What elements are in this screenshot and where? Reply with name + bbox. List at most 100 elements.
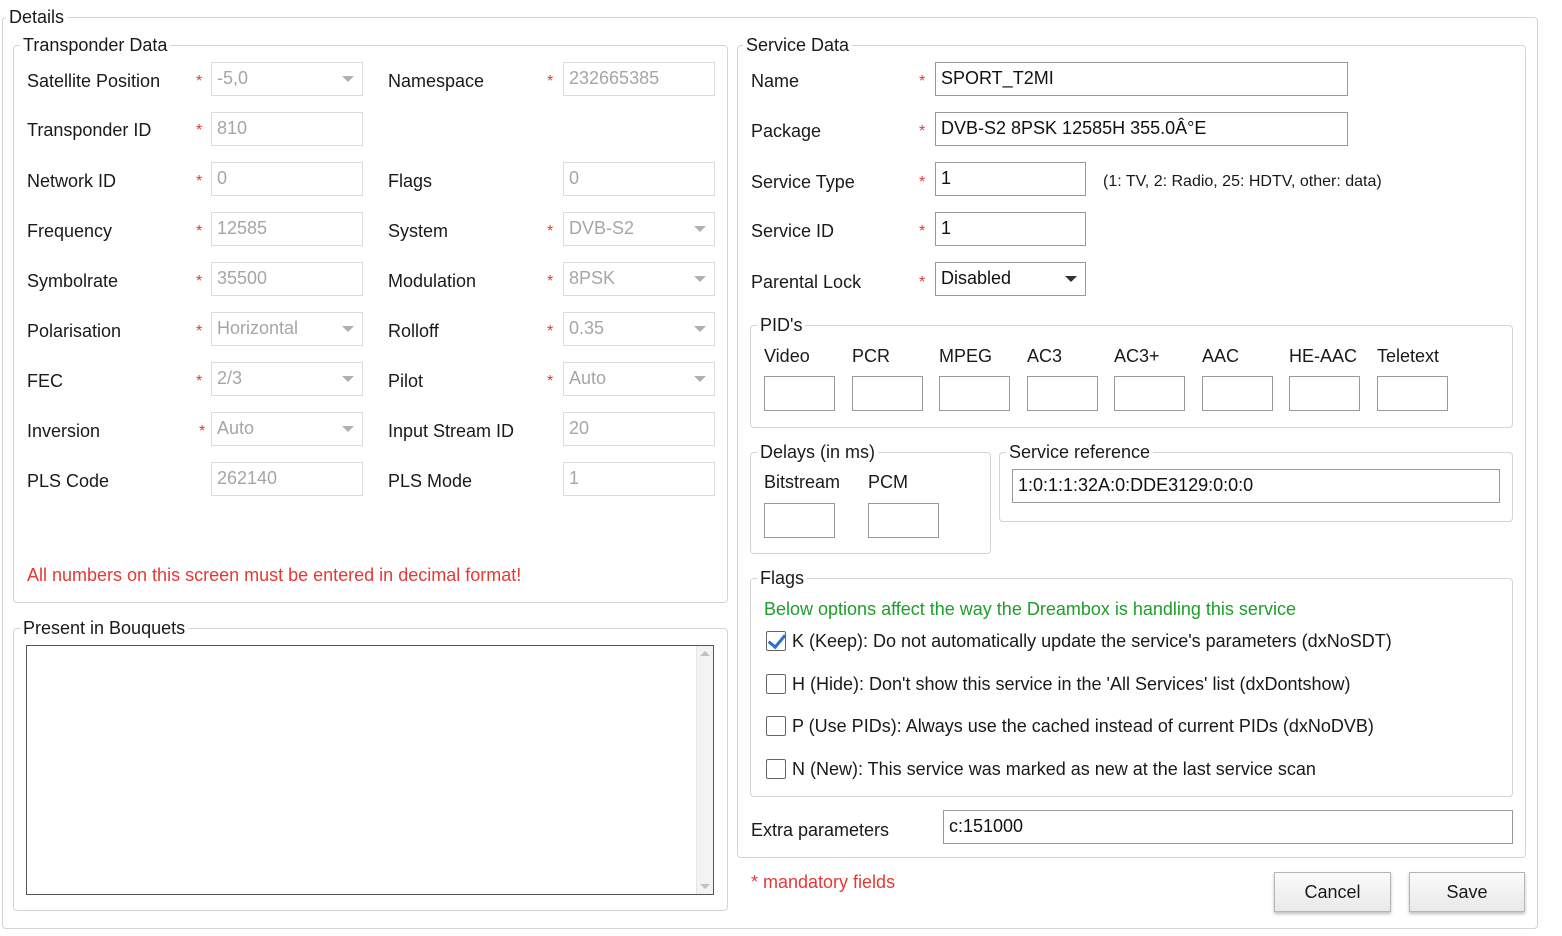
pid-aac-input[interactable] [1202, 376, 1273, 411]
pls-mode-field[interactable]: 1 [563, 462, 715, 496]
network-id-field[interactable]: 0 [211, 162, 363, 196]
scroll-down-icon[interactable] [700, 884, 710, 889]
package-label: Package [751, 121, 822, 141]
bouquets-title: Present in Bouquets [20, 617, 189, 639]
satellite-position-label: Satellite Position [27, 71, 161, 91]
symbolrate-field[interactable]: 35500 [211, 262, 363, 296]
chevron-down-icon [342, 426, 354, 432]
pid-ac3-input[interactable] [1027, 376, 1098, 411]
bouquets-list[interactable] [26, 645, 714, 895]
namespace-label: Namespace [388, 71, 485, 91]
flag-new-checkbox[interactable] [766, 759, 786, 779]
frequency-label: Frequency [27, 221, 113, 241]
modulation-select[interactable]: 8PSK [563, 262, 715, 296]
bitstream-input[interactable] [764, 503, 835, 538]
parental-lock-label: Parental Lock [751, 272, 862, 292]
flag-keep-checkbox[interactable] [766, 631, 786, 651]
pid-video-input[interactable] [764, 376, 835, 411]
flag-use-pids-label[interactable]: P (Use PIDs): Always use the cached inst… [792, 714, 1374, 738]
pid-label-teletext: Teletext [1377, 346, 1440, 366]
chevron-down-icon [694, 276, 706, 282]
required-mark: * [196, 73, 203, 90]
system-value: DVB-S2 [569, 218, 635, 238]
pid-pcr-input[interactable] [852, 376, 923, 411]
pid-label-pcr: PCR [852, 346, 891, 366]
flag-use-pids-checkbox[interactable] [766, 716, 786, 736]
chevron-down-icon [694, 226, 706, 232]
extra-parameters-field[interactable]: c:151000 [943, 810, 1513, 844]
chevron-down-icon [342, 326, 354, 332]
pid-teletext-input[interactable] [1377, 376, 1448, 411]
pcm-input[interactable] [868, 503, 939, 538]
rolloff-value: 0.35 [569, 318, 605, 338]
bouquets-scrollbar[interactable] [696, 646, 713, 894]
flag-hide-checkbox[interactable] [766, 674, 786, 694]
service-type-field[interactable]: 1 [935, 162, 1086, 196]
chevron-down-icon [1065, 276, 1077, 282]
parental-lock-value: Disabled [941, 268, 1012, 288]
fec-value: 2/3 [217, 368, 243, 388]
rolloff-select[interactable]: 0.35 [563, 312, 715, 346]
rolloff-label: Rolloff [388, 321, 439, 341]
required-mark: * [199, 423, 206, 440]
bitstream-label: Bitstream [764, 472, 841, 492]
service-type-hint: (1: TV, 2: Radio, 25: HDTV, other: data) [1103, 173, 1382, 190]
package-field[interactable]: DVB-S2 8PSK 12585H 355.0Â°E [935, 112, 1348, 146]
scroll-up-icon[interactable] [700, 651, 710, 656]
modulation-label: Modulation [388, 271, 477, 291]
flag-keep-label[interactable]: K (Keep): Do not automatically update th… [792, 629, 1392, 653]
pcm-label: PCM [868, 472, 908, 492]
pid-he-aac-input[interactable] [1289, 376, 1360, 411]
decimal-warning: All numbers on this screen must be enter… [27, 565, 522, 585]
namespace-field[interactable]: 232665385 [563, 62, 715, 96]
name-field[interactable]: SPORT_T2MI [935, 62, 1348, 96]
system-select[interactable]: DVB-S2 [563, 212, 715, 246]
network-id-label: Network ID [27, 171, 117, 191]
required-mark: * [919, 123, 926, 140]
service-reference-title: Service reference [1006, 441, 1154, 463]
pid-label-ac3plus: AC3+ [1114, 346, 1160, 366]
satellite-position-select[interactable]: -5,0 [211, 62, 363, 96]
fec-label: FEC [27, 371, 63, 391]
details-title: Details [6, 6, 68, 28]
chevron-down-icon [342, 376, 354, 382]
required-mark: * [196, 122, 203, 139]
flag-hide-label[interactable]: H (Hide): Don't show this service in the… [792, 672, 1351, 696]
flags-field[interactable]: 0 [563, 162, 715, 196]
pilot-select[interactable]: Auto [563, 362, 715, 396]
required-mark: * [196, 273, 203, 290]
required-mark: * [919, 274, 926, 291]
system-label: System [388, 221, 449, 241]
transponder-id-field[interactable]: 810 [211, 112, 363, 146]
pid-ac3plus-input[interactable] [1114, 376, 1185, 411]
fec-select[interactable]: 2/3 [211, 362, 363, 396]
pids-title: PID's [757, 314, 806, 336]
pls-code-field[interactable]: 262140 [211, 462, 363, 496]
service-id-field[interactable]: 1 [935, 212, 1086, 246]
cancel-button[interactable]: Cancel [1274, 872, 1391, 912]
pid-mpeg-input[interactable] [939, 376, 1010, 411]
input-stream-id-label: Input Stream ID [388, 421, 515, 441]
name-label: Name [751, 71, 800, 91]
chevron-down-icon [342, 76, 354, 82]
inversion-value: Auto [217, 418, 255, 438]
pid-label-aac: AAC [1202, 346, 1240, 366]
extra-parameters-label: Extra parameters [751, 820, 890, 840]
service-reference-field[interactable]: 1:0:1:1:32A:0:DDE3129:0:0:0 [1012, 469, 1500, 503]
inversion-select[interactable]: Auto [211, 412, 363, 446]
input-stream-id-field[interactable]: 20 [563, 412, 715, 446]
save-button[interactable]: Save [1409, 872, 1525, 912]
pls-code-label: PLS Code [27, 471, 110, 491]
flag-new-label[interactable]: N (New): This service was marked as new … [792, 757, 1316, 781]
parental-lock-select[interactable]: Disabled [935, 262, 1086, 296]
required-mark: * [919, 174, 926, 191]
mandatory-note: * mandatory fields [751, 872, 896, 892]
polarisation-value: Horizontal [217, 318, 299, 338]
required-mark: * [547, 373, 554, 390]
flags-note: Below options affect the way the Dreambo… [764, 599, 1296, 619]
polarisation-select[interactable]: Horizontal [211, 312, 363, 346]
frequency-field[interactable]: 12585 [211, 212, 363, 246]
modulation-value: 8PSK [569, 268, 616, 288]
delays-title: Delays (in ms) [757, 441, 879, 463]
flags-title: Flags [757, 567, 808, 589]
